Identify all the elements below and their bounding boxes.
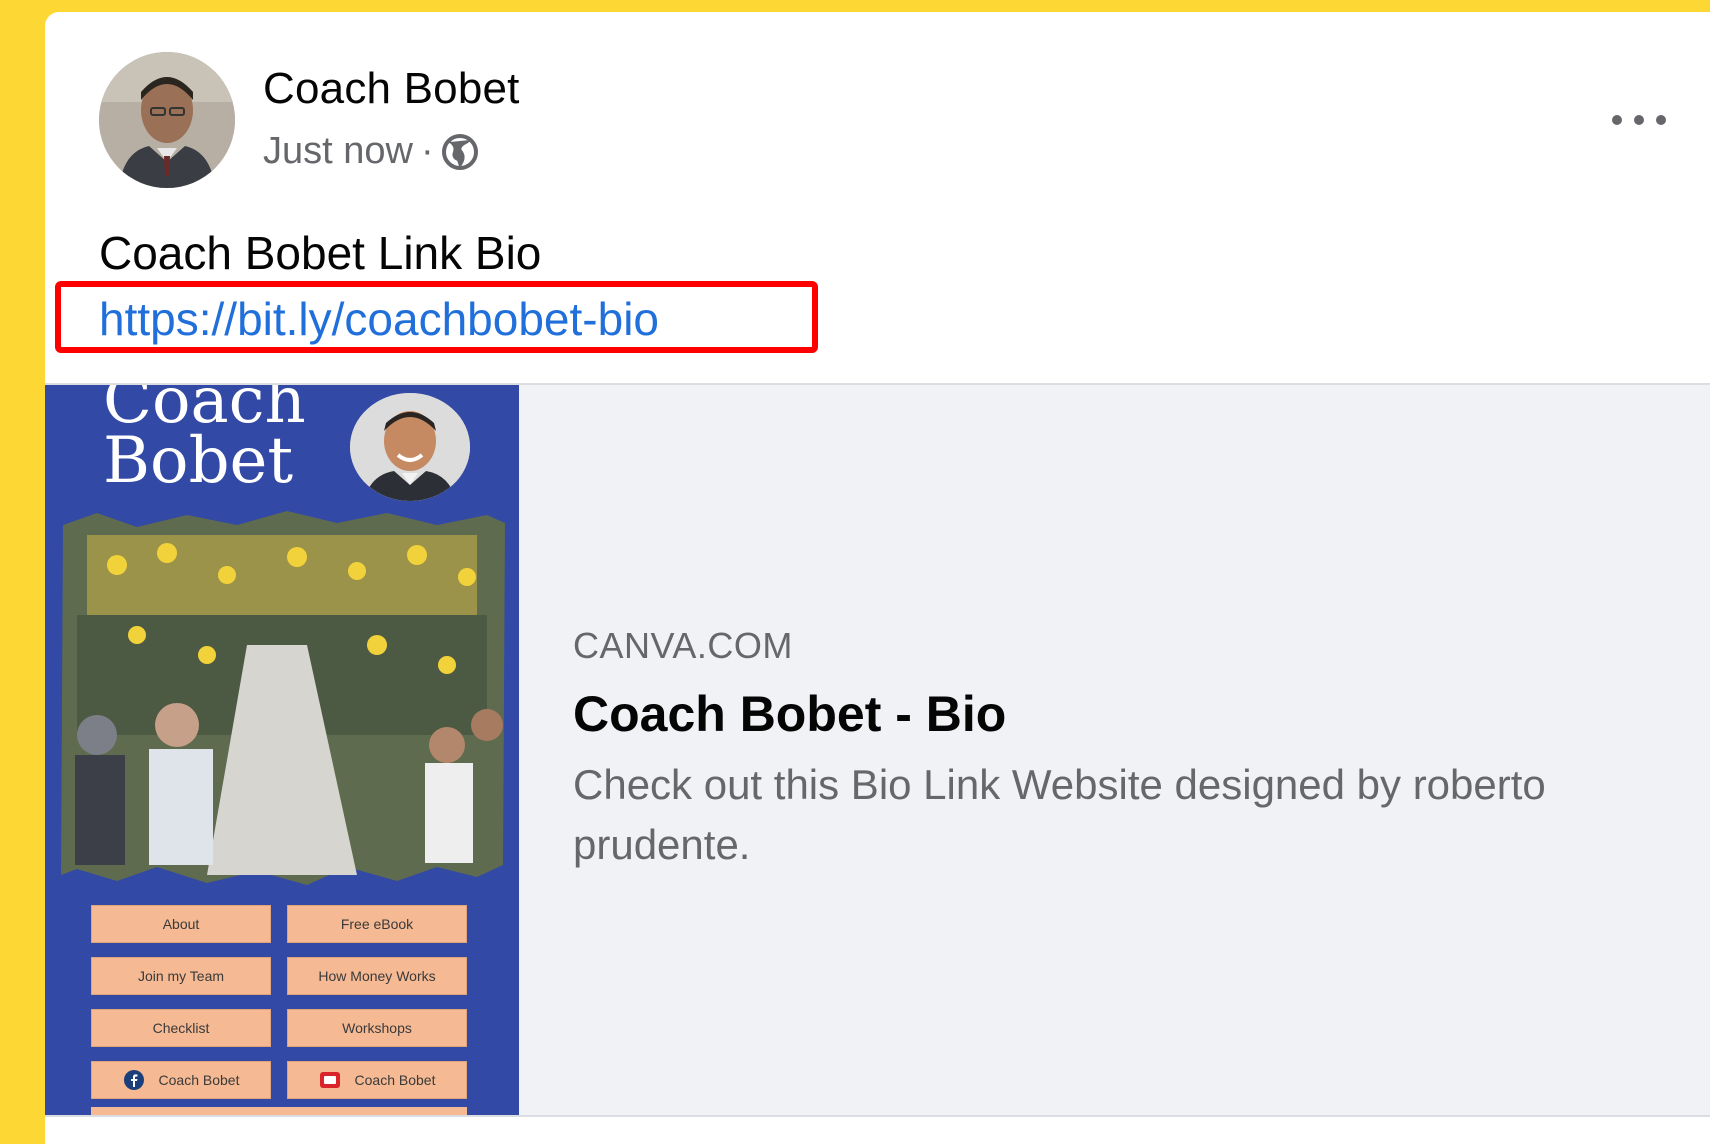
globe-icon[interactable] [440,132,480,172]
link-preview[interactable]: Coach Bobet About Free eBook Join my Tea… [45,383,1710,1117]
thumbnail-title: Coach Bobet [103,385,363,498]
thumbnail-button-free-ebook: Free eBook [287,905,467,943]
thumbnail-button-facebook: Coach Bobet [91,1061,271,1099]
youtube-icon [319,1072,340,1088]
facebook-icon [123,1070,144,1090]
thumbnail-button-label: Free eBook [340,916,414,932]
thumbnail-button-label: Workshops [342,1020,412,1036]
more-options-button[interactable] [1604,98,1674,142]
post-header: Coach Bobet Just now · [45,12,1710,212]
thumbnail-button-how-money-works: How Money Works [287,957,467,995]
thumbnail-button-row-partial [91,1107,467,1115]
preview-thumbnail: Coach Bobet About Free eBook Join my Tea… [45,385,519,1115]
meta-separator: · [420,130,434,172]
thumbnail-button-checklist: Checklist [91,1009,271,1047]
thumbnail-portrait [350,393,470,501]
thumbnail-button-label: Checklist [152,1020,210,1036]
thumbnail-button-label: Join my Team [137,968,225,984]
thumbnail-button-label: About [162,916,200,932]
post-link[interactable]: https://bit.ly/coachbobet-bio [99,292,659,346]
post-timestamp[interactable]: Just now [263,130,413,173]
author-avatar[interactable] [99,52,235,188]
thumbnail-button-label: How Money Works [318,968,436,984]
thumbnail-title-line2: Bobet [103,424,294,498]
more-horizontal-icon [1612,115,1666,125]
thumbnail-button-label: Coach Bobet [354,1072,436,1088]
author-name[interactable]: Coach Bobet [263,64,520,114]
thumbnail-button-youtube: Coach Bobet [287,1061,467,1099]
post-meta: Just now · [263,130,480,173]
post-text: Coach Bobet Link Bio [99,227,542,279]
preview-info: CANVA.COM Coach Bobet - Bio Check out th… [573,625,1633,875]
preview-title[interactable]: Coach Bobet - Bio [573,685,1633,743]
thumbnail-button-about: About [91,905,271,943]
preview-description: Check out this Bio Link Website designed… [573,761,1546,868]
thumbnail-button-label: Coach Bobet [158,1072,240,1088]
preview-domain: CANVA.COM [573,625,793,666]
thumbnail-button-workshops: Workshops [287,1009,467,1047]
thumbnail-button-join-team: Join my Team [91,957,271,995]
thumbnail-crowd-photo [57,505,507,895]
avatar-image [99,52,235,188]
post-card: Coach Bobet Just now · Coach Bobet Link … [45,12,1710,1144]
